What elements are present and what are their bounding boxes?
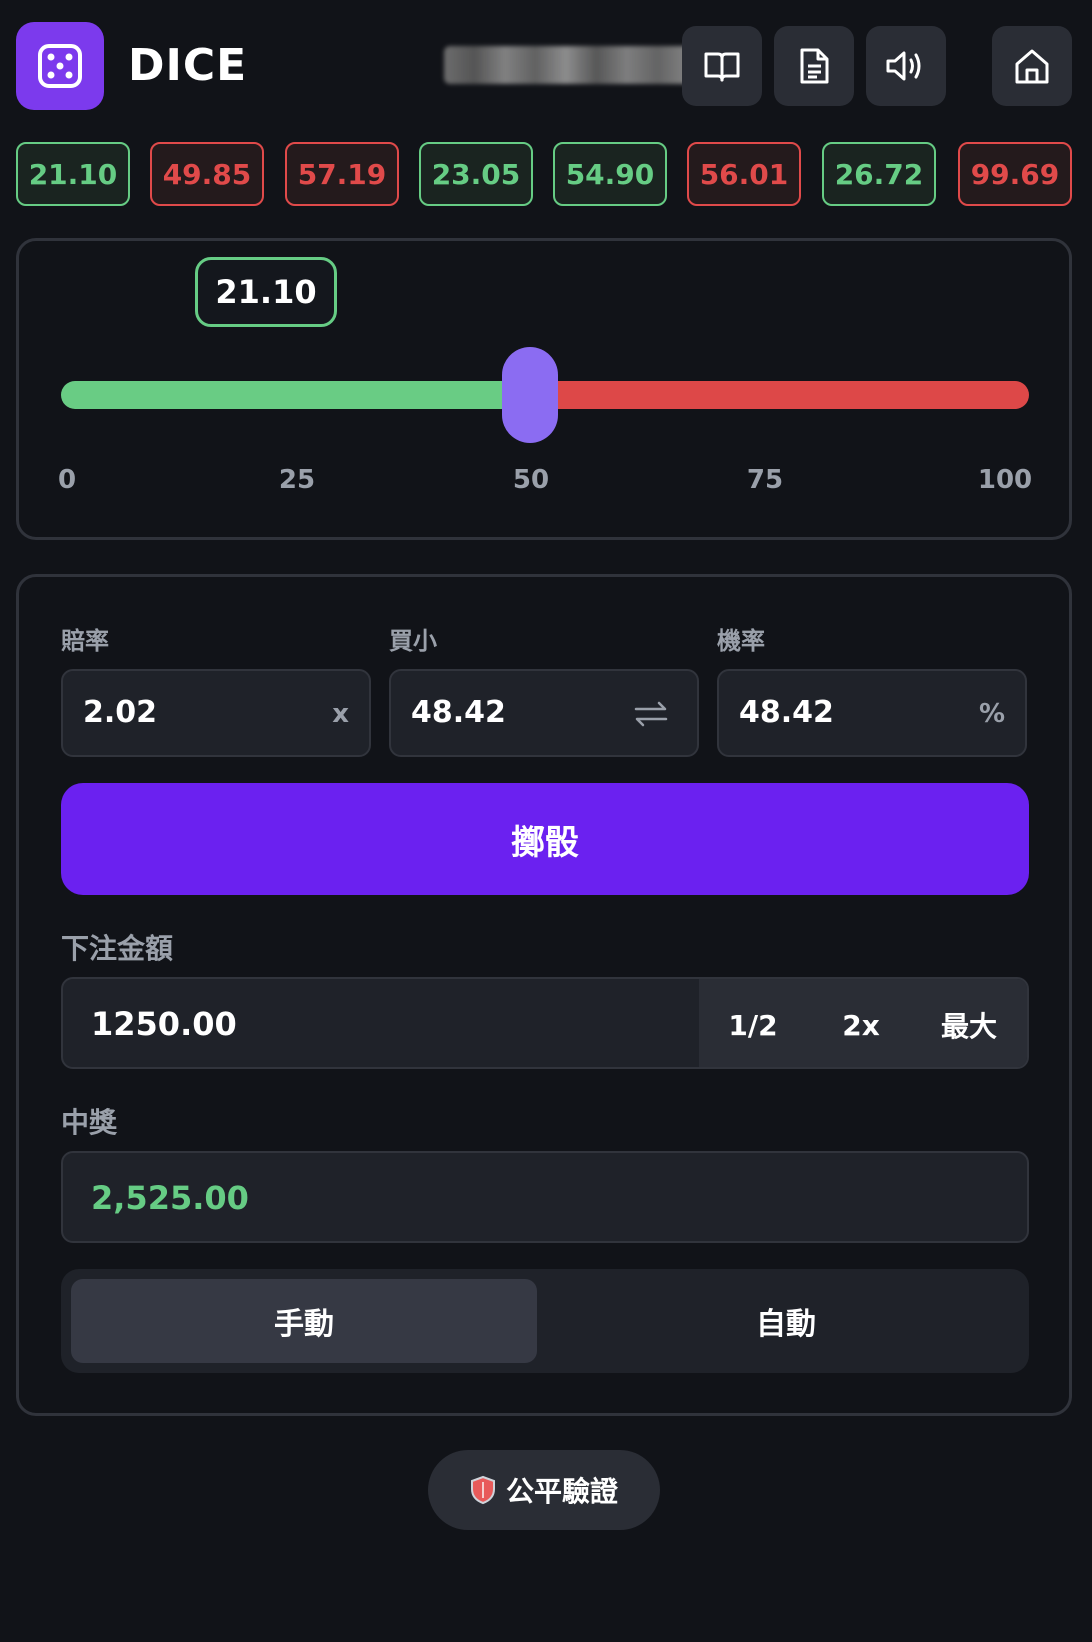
bet-amount-input[interactable]: 1250.00 (91, 1005, 237, 1043)
slider-tick-label: 0 (57, 465, 77, 495)
slider-tick-label: 25 (278, 465, 316, 495)
slider-over-segment (529, 381, 1029, 409)
multiplier-label: 賠率 (61, 627, 109, 655)
target-field[interactable]: 48.42 (389, 669, 699, 757)
mode-toggle: 手動 自動 (61, 1269, 1029, 1373)
multiplier-suffix: x (332, 699, 349, 729)
max-bet-button[interactable]: 最大 (915, 979, 1023, 1067)
multiplier-field[interactable]: 2.02 x (61, 669, 371, 757)
header: DICE (16, 22, 1072, 110)
home-button[interactable] (992, 26, 1072, 106)
chance-value: 48.42 (739, 695, 834, 730)
dice-game-page: DICE 21.10 49.85 57.19 23.05 54.90 56.01… (0, 0, 1092, 1642)
fair-verify-button[interactable]: 公平驗證 (428, 1450, 660, 1530)
dice-icon (38, 44, 82, 88)
roll-button[interactable]: 擲骰 (61, 783, 1029, 895)
home-icon (1015, 49, 1049, 84)
manual-mode-button[interactable]: 手動 (71, 1279, 537, 1363)
payout-value: 2,525.00 (91, 1179, 249, 1217)
multiplier-value: 2.02 (83, 695, 158, 730)
app-title: DICE (128, 40, 248, 91)
slider-tick-label: 100 (977, 465, 1033, 495)
payout-field: 2,525.00 (61, 1151, 1029, 1243)
swap-arrows-icon[interactable] (633, 699, 669, 729)
fair-verify-label: 公平驗證 (505, 1475, 618, 1508)
slider-tick-label: 50 (512, 465, 550, 495)
payout-label: 中獎 (61, 1106, 118, 1139)
speaker-icon (886, 51, 921, 81)
history-doc-button[interactable] (774, 26, 854, 106)
chance-suffix: % (978, 699, 1005, 729)
history-chip: 57.19 (285, 142, 399, 206)
history-chip: 49.85 (150, 142, 264, 206)
bet-quick-buttons: 1/2 2x 最大 (699, 979, 1027, 1067)
rules-book-button[interactable] (682, 26, 762, 106)
target-label: 買小 (389, 627, 437, 655)
book-open-icon (704, 52, 740, 82)
bet-amount-label: 下注金額 (61, 932, 174, 965)
auto-mode-button[interactable]: 自動 (553, 1279, 1019, 1363)
sound-button[interactable] (866, 26, 946, 106)
double-bet-button[interactable]: 2x (807, 979, 915, 1067)
history-chip: 23.05 (419, 142, 533, 206)
bet-amount-row: 1250.00 1/2 2x 最大 (61, 977, 1029, 1069)
target-value: 48.42 (411, 695, 506, 730)
slider-tick-label: 75 (746, 465, 784, 495)
history-chip: 56.01 (687, 142, 801, 206)
chance-field[interactable]: 48.42 % (717, 669, 1027, 757)
history-chip: 54.90 (553, 142, 667, 206)
slider-card: 21.10 0 25 50 75 100 (16, 238, 1072, 540)
half-bet-button[interactable]: 1/2 (699, 979, 807, 1067)
result-history: 21.10 49.85 57.19 23.05 54.90 56.01 26.7… (16, 142, 1072, 206)
app-logo (16, 22, 104, 110)
chance-label: 機率 (717, 627, 765, 655)
blurred-user-info (444, 46, 698, 84)
result-badge: 21.10 (195, 257, 337, 327)
slider-thumb[interactable] (501, 347, 558, 443)
history-chip: 21.10 (16, 142, 130, 206)
document-icon (800, 48, 829, 84)
shield-icon (470, 1475, 495, 1505)
bet-panel: 賠率 買小 機率 2.02 x 48.42 48.42 % 擲骰 下注金額 12… (16, 574, 1072, 1416)
history-chip: 26.72 (822, 142, 936, 206)
history-chip: 99.69 (958, 142, 1072, 206)
slider-under-segment (61, 381, 530, 409)
